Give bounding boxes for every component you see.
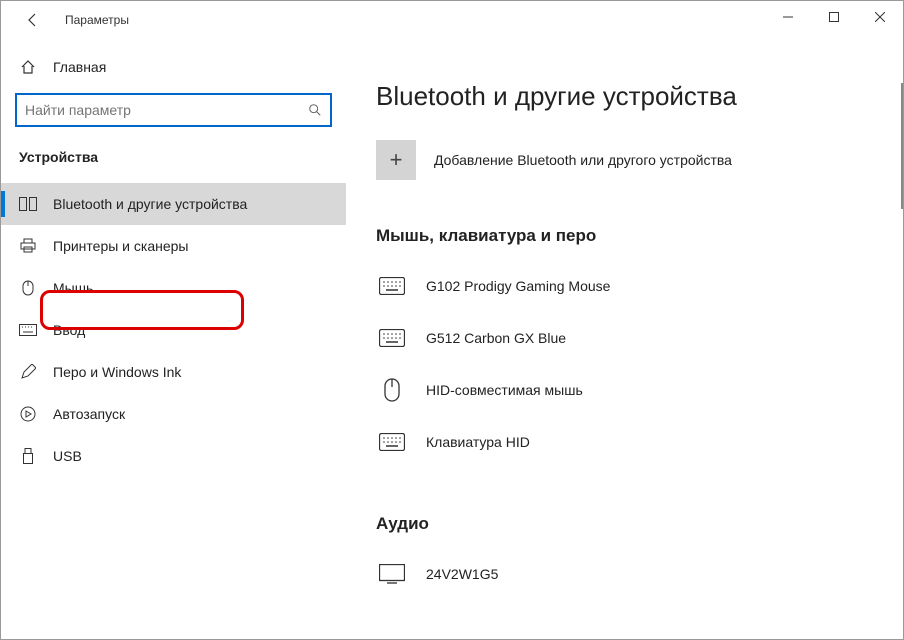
keyboard-dev-icon — [376, 326, 408, 350]
window-controls — [765, 1, 903, 33]
sidebar-item-bluetooth[interactable]: Bluetooth и другие устройства — [1, 183, 346, 225]
keyboard-dev-icon — [376, 274, 408, 298]
mouse-icon — [19, 279, 37, 297]
scrollbar[interactable] — [901, 83, 903, 209]
sidebar: Главная Устройства Bluetooth и другие ус… — [1, 39, 346, 639]
pen-icon — [19, 363, 37, 381]
sidebar-item-label: Ввод — [53, 322, 85, 338]
device-row[interactable]: 24V2W1G5 — [376, 548, 873, 600]
group-title-audio: Аудио — [376, 514, 873, 534]
maximize-button[interactable] — [811, 1, 857, 33]
sidebar-item-label: Мышь — [53, 280, 93, 296]
close-button[interactable] — [857, 1, 903, 33]
autoplay-icon — [19, 405, 37, 423]
group-title-input-devices: Мышь, клавиатура и перо — [376, 226, 873, 246]
sidebar-item-label: Автозапуск — [53, 406, 125, 422]
page-title: Bluetooth и другие устройства — [376, 81, 873, 112]
device-list: 24V2W1G5 — [376, 548, 873, 600]
sidebar-item-pen[interactable]: Перо и Windows Ink — [1, 351, 346, 393]
sidebar-item-label: Перо и Windows Ink — [53, 364, 181, 380]
sidebar-item-label: Принтеры и сканеры — [53, 238, 188, 254]
usb-icon — [19, 447, 37, 465]
main-content: Bluetooth и другие устройства + Добавлен… — [346, 39, 903, 639]
titlebar: Параметры — [1, 1, 903, 39]
printer-icon — [19, 237, 37, 255]
home-label: Главная — [53, 59, 106, 75]
home-nav[interactable]: Главная — [1, 51, 346, 83]
device-label: G512 Carbon GX Blue — [426, 330, 566, 346]
device-row[interactable]: G102 Prodigy Gaming Mouse — [376, 260, 873, 312]
minimize-button[interactable] — [765, 1, 811, 33]
search-box[interactable] — [15, 93, 332, 127]
add-device-button[interactable]: + — [376, 140, 416, 180]
window-title: Параметры — [65, 13, 129, 27]
device-row[interactable]: HID-совместимая мышь — [376, 364, 873, 416]
sidebar-item-mouse[interactable]: Мышь — [1, 267, 346, 309]
sidebar-section-title: Устройства — [1, 127, 346, 177]
device-list: G102 Prodigy Gaming Mouse G512 Carbon GX… — [376, 260, 873, 468]
keyboard-icon — [19, 321, 37, 339]
device-row[interactable]: G512 Carbon GX Blue — [376, 312, 873, 364]
sidebar-item-typing[interactable]: Ввод — [1, 309, 346, 351]
device-label: G102 Prodigy Gaming Mouse — [426, 278, 610, 294]
add-device-row[interactable]: + Добавление Bluetooth или другого устро… — [376, 140, 873, 180]
keyboard-dev-icon — [376, 430, 408, 454]
device-label: Клавиатура HID — [426, 434, 530, 450]
device-row[interactable]: Клавиатура HID — [376, 416, 873, 468]
device-label: 24V2W1G5 — [426, 566, 498, 582]
bluetooth-devices-icon — [19, 195, 37, 213]
mouse-dev-icon — [376, 378, 408, 402]
search-icon — [308, 103, 322, 117]
sidebar-item-label: Bluetooth и другие устройства — [53, 196, 247, 212]
plus-icon: + — [390, 147, 403, 173]
sidebar-item-usb[interactable]: USB — [1, 435, 346, 477]
sidebar-nav: Bluetooth и другие устройства Принтеры и… — [1, 183, 346, 477]
home-icon — [19, 59, 37, 75]
back-button[interactable] — [19, 6, 47, 34]
search-input[interactable] — [25, 102, 308, 118]
device-label: HID-совместимая мышь — [426, 382, 583, 398]
sidebar-item-printers[interactable]: Принтеры и сканеры — [1, 225, 346, 267]
sidebar-item-label: USB — [53, 448, 82, 464]
sidebar-item-autoplay[interactable]: Автозапуск — [1, 393, 346, 435]
monitor-dev-icon — [376, 562, 408, 586]
add-device-label: Добавление Bluetooth или другого устройс… — [434, 152, 732, 168]
